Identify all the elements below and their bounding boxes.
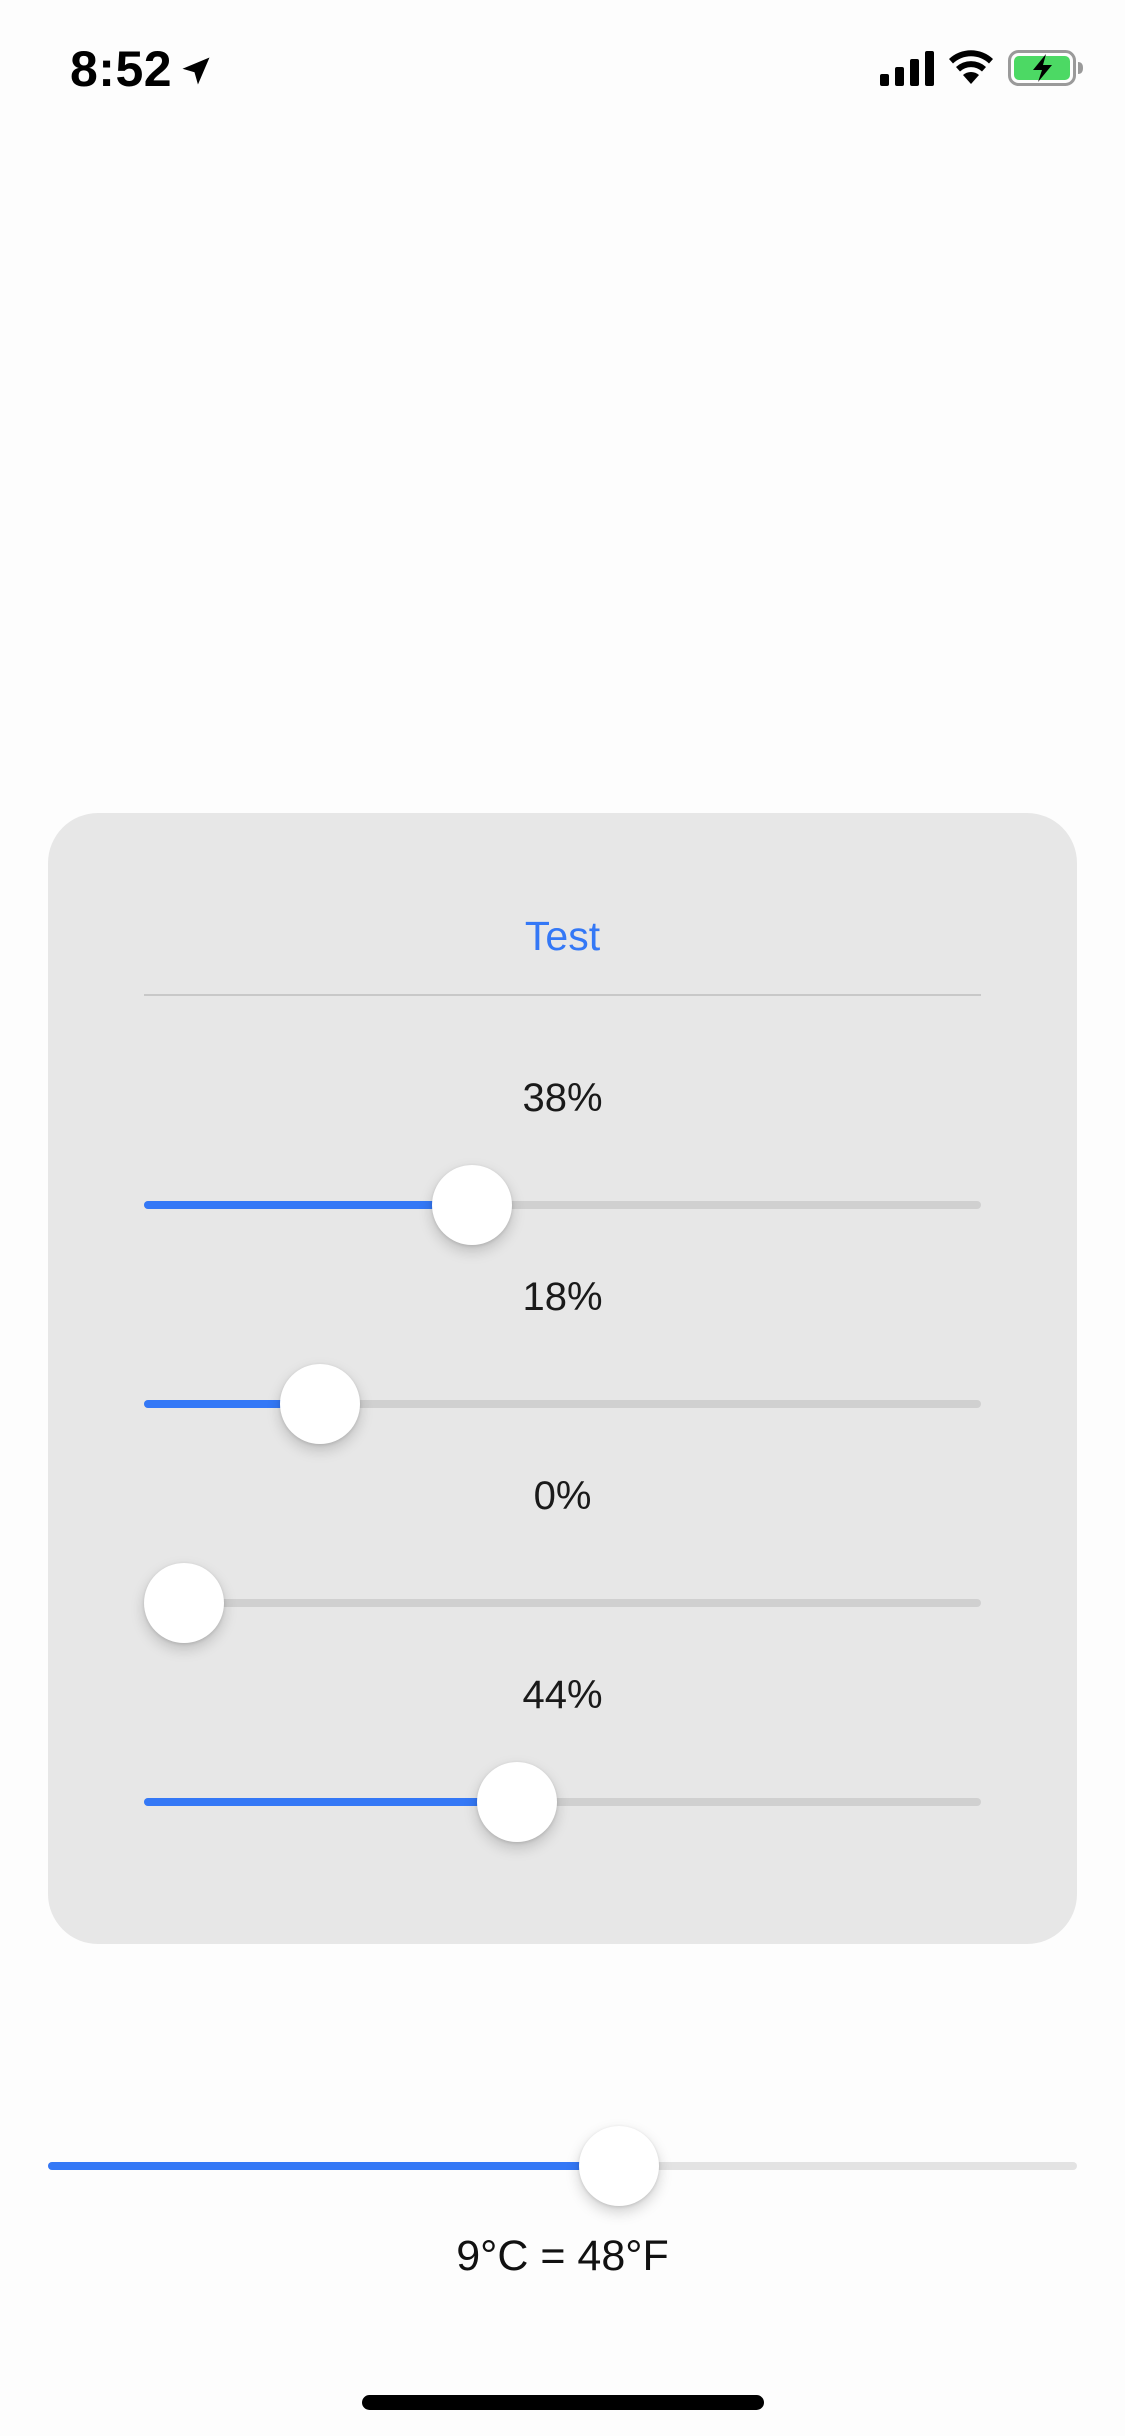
cellular-signal-icon — [880, 51, 934, 86]
location-arrow-icon — [182, 57, 210, 85]
slider-thumb[interactable] — [144, 1563, 224, 1643]
slider-thumb[interactable] — [579, 2126, 660, 2206]
status-time: 8:52 — [70, 41, 173, 97]
slider-1-value-label: 38% — [522, 1076, 603, 1120]
slider-thumb[interactable] — [477, 1762, 558, 1842]
percent-slider-1[interactable] — [144, 1165, 981, 1245]
status-bar: 8:52 — [0, 0, 1125, 140]
slider-fill — [48, 2162, 620, 2170]
slider-thumb[interactable] — [431, 1165, 512, 1245]
card-title-button[interactable]: Test — [48, 913, 1077, 960]
percent-slider-2[interactable] — [144, 1364, 981, 1444]
wifi-icon — [949, 50, 993, 84]
percent-slider-3[interactable] — [144, 1563, 981, 1643]
app-screen: 8:52 Test 38% 18% 0% 44% 9°C = 48°F — [0, 0, 1125, 2436]
slider-2-value-label: 18% — [522, 1275, 603, 1319]
temperature-slider[interactable] — [48, 2126, 1077, 2206]
slider-fill — [144, 1798, 518, 1806]
slider-thumb[interactable] — [280, 1364, 361, 1444]
slider-4-value-label: 44% — [522, 1673, 603, 1717]
divider — [144, 994, 981, 996]
slider-3-value-label: 0% — [533, 1474, 592, 1518]
battery-charging-icon — [1008, 50, 1083, 86]
settings-card: Test 38% 18% 0% 44% — [48, 813, 1077, 1944]
percent-slider-4[interactable] — [144, 1762, 981, 1842]
slider-fill — [144, 1201, 472, 1209]
slider-track — [144, 1599, 981, 1607]
temperature-conversion-label: 9°C = 48°F — [456, 2232, 669, 2280]
home-indicator[interactable] — [362, 2395, 764, 2410]
